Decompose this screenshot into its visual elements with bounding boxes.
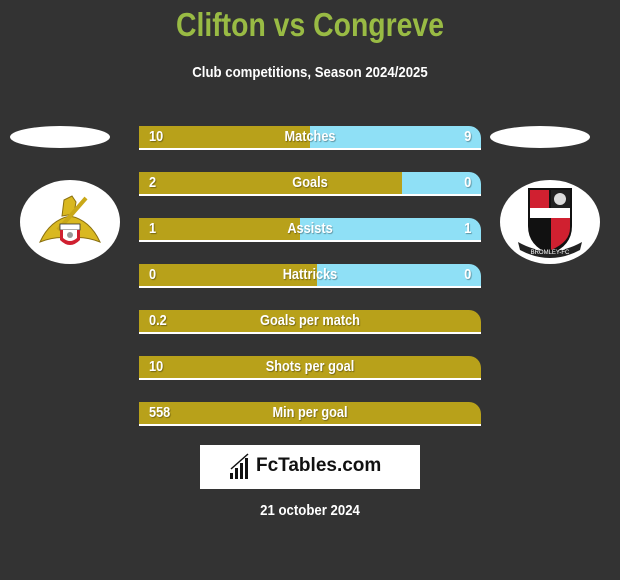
svg-text:BROMLEY-FC: BROMLEY-FC: [531, 250, 570, 256]
right-value: 0: [463, 174, 471, 191]
stat-row-goals: 2 Goals 0: [139, 172, 481, 196]
doncaster-crest-icon: [39, 195, 101, 245]
page-title: Clifton vs Congreve: [175, 6, 445, 43]
stat-label: Goals: [292, 174, 328, 191]
brand-name: FcTables.com: [256, 455, 382, 476]
page-subtitle: Club competitions, Season 2024/2025: [192, 64, 428, 81]
stat-label: Matches: [284, 128, 336, 145]
left-value: 0: [149, 266, 157, 283]
stat-label: Goals per match: [260, 312, 360, 329]
stat-row-hattricks: 0 Hattricks 0: [139, 264, 481, 288]
fctables-brand-link[interactable]: FcTables.com: [200, 445, 420, 489]
left-value: 10: [149, 128, 164, 145]
right-value: 0: [463, 266, 471, 283]
right-team-logo[interactable]: BROMLEY-FC: [500, 180, 600, 264]
bar-chart-icon: [230, 453, 249, 479]
stat-row-goals-per-match: 0.2 Goals per match: [139, 310, 481, 334]
left-team-logo[interactable]: [20, 180, 120, 264]
stat-row-assists: 1 Assists 1: [139, 218, 481, 242]
bromley-crest-icon: BROMLEY-FC: [518, 188, 582, 258]
left-value: 10: [149, 358, 164, 375]
right-value: 9: [463, 128, 471, 145]
stat-label: Shots per goal: [265, 358, 355, 375]
left-value: 2: [149, 174, 157, 191]
stat-label: Min per goal: [272, 404, 348, 421]
left-value: 1: [149, 220, 157, 237]
left-team-name-placeholder: [10, 126, 110, 148]
stat-label: Hattricks: [282, 266, 338, 283]
stat-row-matches: 10 Matches 9: [139, 126, 481, 150]
stat-row-min-per-goal: 558 Min per goal: [139, 402, 481, 426]
right-value: 1: [463, 220, 471, 237]
stat-row-shots-per-goal: 10 Shots per goal: [139, 356, 481, 380]
right-team-name-placeholder: [490, 126, 590, 148]
stat-label: Assists: [287, 220, 333, 237]
match-date: 21 october 2024: [260, 502, 360, 519]
